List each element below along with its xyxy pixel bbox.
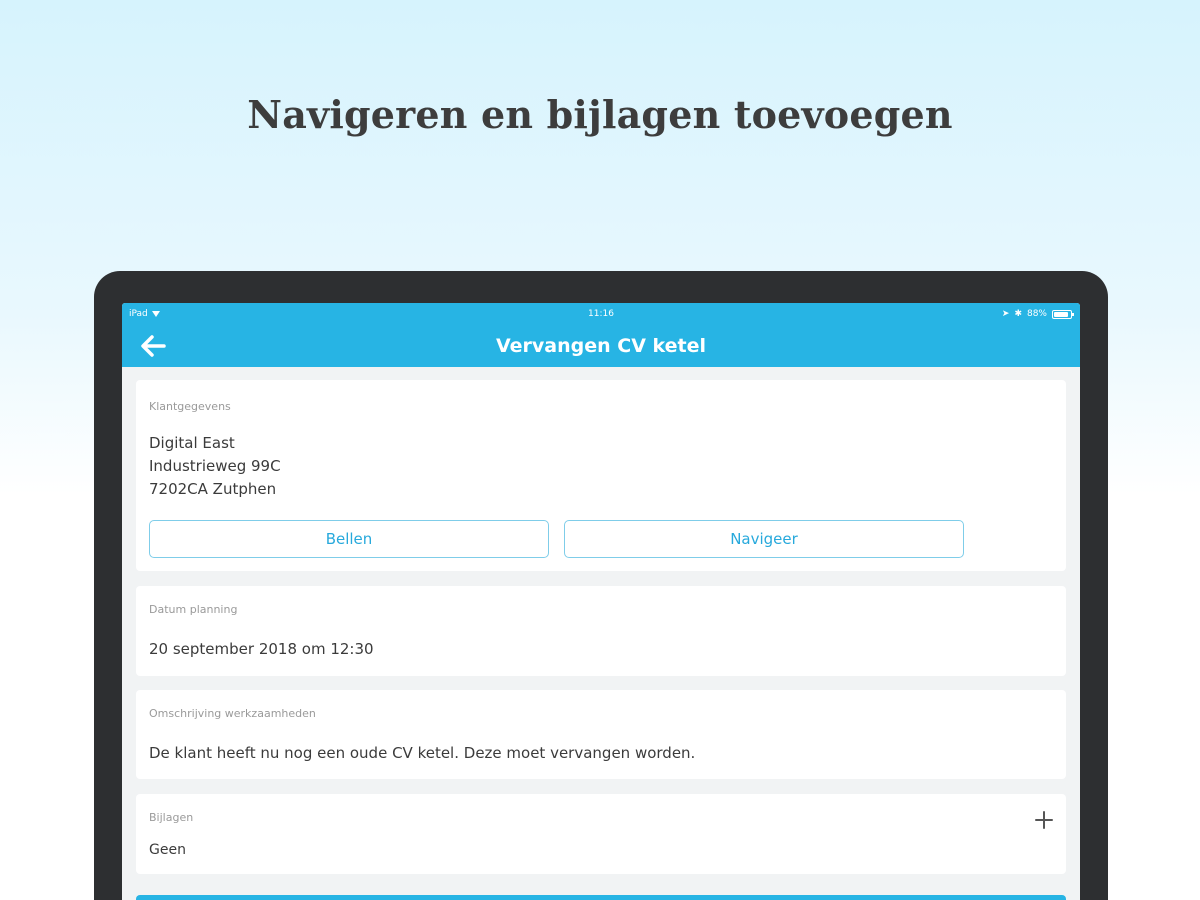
- description-card: Omschrijving werkzaamheden De klant heef…: [136, 690, 1066, 779]
- attachments-card: Bijlagen Geen: [136, 794, 1066, 874]
- bluetooth-icon: ✱: [1014, 309, 1022, 319]
- location-icon: ➤: [1001, 309, 1010, 319]
- nav-title: Vervangen CV ketel: [495, 335, 707, 357]
- customer-city: 7202CA Zutphen: [149, 480, 277, 498]
- add-attachment-icon[interactable]: [1034, 810, 1054, 830]
- planning-label: Datum planning: [149, 603, 238, 616]
- status-right: ➤ ✱ 88%: [1001, 309, 1074, 319]
- call-button[interactable]: Bellen: [149, 520, 549, 558]
- battery-icon: [1052, 309, 1074, 319]
- battery-percent: 88%: [1026, 309, 1047, 319]
- status-bar: iPad 11:16 ➤ ✱ 88%: [122, 303, 1080, 325]
- customer-label: Klantgegevens: [149, 400, 231, 413]
- attachments-label: Bijlagen: [149, 811, 194, 824]
- navigate-button[interactable]: Navigeer: [564, 520, 964, 558]
- planning-card: Datum planning 20 september 2018 om 12:3…: [136, 586, 1066, 676]
- navigation-bar: Vervangen CV ketel: [122, 325, 1080, 367]
- description-value: De klant heeft nu nog een oude CV ketel.…: [149, 744, 696, 762]
- status-time: 11:16: [588, 309, 614, 319]
- bottom-action-bar[interactable]: [136, 895, 1066, 900]
- planning-value: 20 september 2018 om 12:30: [149, 640, 374, 658]
- customer-card: Klantgegevens Digital East Industrieweg …: [136, 380, 1066, 571]
- app-screen: iPad 11:16 ➤ ✱ 88% Vervangen CV ketel Kl…: [122, 303, 1080, 900]
- customer-name: Digital East: [149, 434, 235, 452]
- description-label: Omschrijving werkzaamheden: [149, 707, 316, 720]
- page-headline: Navigeren en bijlagen toevoegen: [247, 92, 953, 137]
- customer-street: Industrieweg 99C: [149, 457, 281, 475]
- attachments-value: Geen: [149, 842, 186, 858]
